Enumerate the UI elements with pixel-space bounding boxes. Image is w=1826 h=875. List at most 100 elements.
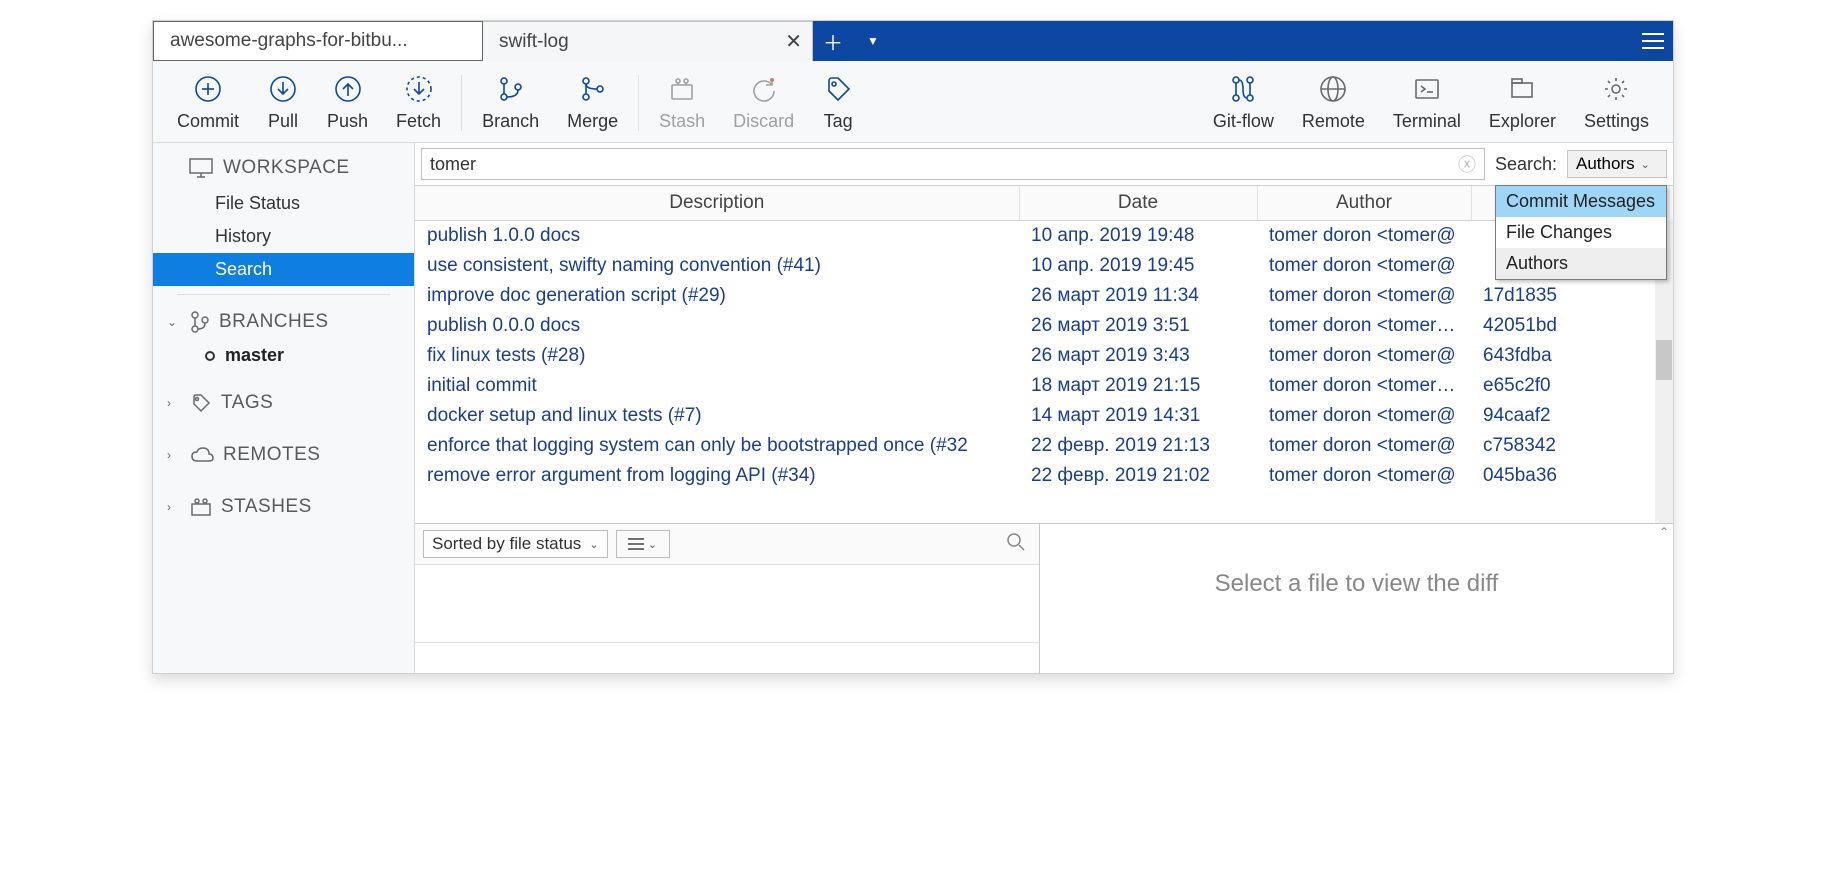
view-mode-select[interactable]: ⌄ [616,530,670,558]
tab-menu-icon[interactable]: ▼ [867,34,879,48]
tab-actions: ＋ ▼ [813,21,889,61]
explorer-button[interactable]: Explorer [1475,69,1570,136]
cell-date: 26 март 2019 3:51 [1019,311,1257,341]
chevron-down-icon: ⌄ [167,315,181,329]
commit-button[interactable]: Commit [163,69,253,136]
scroll-up-icon[interactable]: ⌃ [1655,524,1673,540]
search-label: Search: [1491,154,1561,175]
cell-desc: fix linux tests (#28) [415,341,1019,371]
merge-icon [577,73,609,105]
cell-desc: improve doc generation script (#29) [415,281,1019,311]
cell-author: tomer doron <tomer@ [1257,401,1471,431]
search-box[interactable]: ⓧ [421,148,1485,180]
chevron-down-icon: ⌄ [648,538,657,551]
cell-date: 26 март 2019 11:34 [1019,281,1257,311]
cell-author: tomer doron <tomer@ [1257,281,1471,311]
new-tab-icon[interactable]: ＋ [823,27,843,56]
discard-button[interactable]: Discard [719,69,808,136]
diff-panel: ⌃ Select a file to view the diff [1040,524,1673,673]
merge-button[interactable]: Merge [553,69,632,136]
globe-icon [1317,73,1349,105]
sidebar-item-filestatus[interactable]: File Status [153,187,414,220]
chevron-right-icon: › [167,448,181,462]
titlebar: awesome-graphs-for-bitbu... swift-log ✕ … [153,21,1673,61]
diff-placeholder: Select a file to view the diff [1040,540,1673,673]
discard-icon [748,73,780,105]
cell-author: tomer doron <tomer@ [1257,431,1471,461]
cell-desc: publish 0.0.0 docs [415,311,1019,341]
table-row[interactable]: initial commit18 март 2019 21:15tomer do… [415,371,1673,401]
settings-button[interactable]: Settings [1570,69,1663,136]
cell-desc: initial commit [415,371,1019,401]
branch-button[interactable]: Branch [468,69,553,136]
monitor-icon [189,158,213,178]
tab-label: swift-log [499,31,569,53]
col-header-date[interactable]: Date [1019,186,1257,221]
table-row[interactable]: fix linux tests (#28)26 март 2019 3:43to… [415,341,1673,371]
main-panel: ⓧ Search: Authors ⌄ Commit Messages File… [415,143,1673,673]
cell-hash: 045ba36 [1471,461,1673,491]
cell-desc: docker setup and linux tests (#7) [415,401,1019,431]
table-row[interactable]: remove error argument from logging API (… [415,461,1673,491]
table-row[interactable]: use consistent, swifty naming convention… [415,251,1673,281]
fetch-icon [403,73,435,105]
tag-icon [191,393,211,413]
search-input[interactable] [430,154,1458,175]
sidebar-section-workspace[interactable]: WORKSPACE [153,149,414,187]
search-row: ⓧ Search: Authors ⌄ [415,143,1673,185]
sort-select[interactable]: Sorted by file status ⌄ [423,530,608,558]
fetch-button[interactable]: Fetch [382,69,455,136]
cell-author: tomer doron <tomerd@ [1257,371,1471,401]
cell-hash: 643fdba [1471,341,1673,371]
terminal-icon [1411,73,1443,105]
cell-desc: remove error argument from logging API (… [415,461,1019,491]
cell-hash: 42051bd [1471,311,1673,341]
stash-icon [666,73,698,105]
sidebar-section-tags[interactable]: › TAGS [153,384,414,422]
cell-date: 26 март 2019 3:43 [1019,341,1257,371]
col-header-author[interactable]: Author [1257,186,1471,221]
clear-search-icon[interactable]: ⓧ [1458,151,1476,177]
tag-button[interactable]: Tag [808,69,868,136]
dropdown-option-authors[interactable]: Authors [1496,248,1666,279]
table-row[interactable]: improve doc generation script (#29)26 ма… [415,281,1673,311]
dropdown-option-file-changes[interactable]: File Changes [1496,217,1666,248]
gitflow-button[interactable]: Git-flow [1199,69,1288,136]
cell-date: 18 март 2019 21:15 [1019,371,1257,401]
sidebar: WORKSPACE File Status History Search ⌄ B… [153,143,415,673]
arrow-down-circle-icon [267,73,299,105]
sidebar-item-history[interactable]: History [153,220,414,253]
tab-repo-2[interactable]: swift-log ✕ [483,21,813,61]
remote-button[interactable]: Remote [1288,69,1379,136]
table-row[interactable]: publish 0.0.0 docs26 март 2019 3:51tomer… [415,311,1673,341]
file-search-icon[interactable] [1007,533,1031,556]
scrollbar-thumb[interactable] [1656,340,1672,380]
col-header-description[interactable]: Description [415,186,1019,221]
cell-date: 14 март 2019 14:31 [1019,401,1257,431]
stash-button[interactable]: Stash [645,69,719,136]
sidebar-section-branches[interactable]: ⌄ BRANCHES [153,303,414,341]
table-row[interactable]: publish 1.0.0 docs10 апр. 2019 19:48tome… [415,221,1673,252]
sidebar-item-search[interactable]: Search [153,253,414,286]
gitflow-icon [1227,73,1259,105]
search-type-select[interactable]: Authors ⌄ [1567,150,1667,178]
pull-button[interactable]: Pull [253,69,313,136]
bottom-panel: Sorted by file status ⌄ ⌄ [415,523,1673,673]
tab-repo-1[interactable]: awesome-graphs-for-bitbu... [153,21,483,61]
terminal-button[interactable]: Terminal [1379,69,1475,136]
cell-hash: e65c2f0 [1471,371,1673,401]
close-icon[interactable]: ✕ [785,29,802,54]
push-button[interactable]: Push [313,69,382,136]
commit-table: Description Date Author Commit publish 1… [415,185,1673,523]
dropdown-option-commit-messages[interactable]: Commit Messages [1496,186,1666,217]
branch-icon [191,311,209,333]
branch-row-master[interactable]: master [153,341,414,370]
table-row[interactable]: enforce that logging system can only be … [415,431,1673,461]
list-icon [628,538,644,550]
chevron-down-icon: ⌄ [1641,158,1650,171]
table-row[interactable]: docker setup and linux tests (#7)14 март… [415,401,1673,431]
cell-desc: use consistent, swifty naming convention… [415,251,1019,281]
sidebar-section-remotes[interactable]: › REMOTES [153,436,414,474]
hamburger-menu-icon[interactable] [1633,21,1673,61]
sidebar-section-stashes[interactable]: › STASHES [153,488,414,526]
